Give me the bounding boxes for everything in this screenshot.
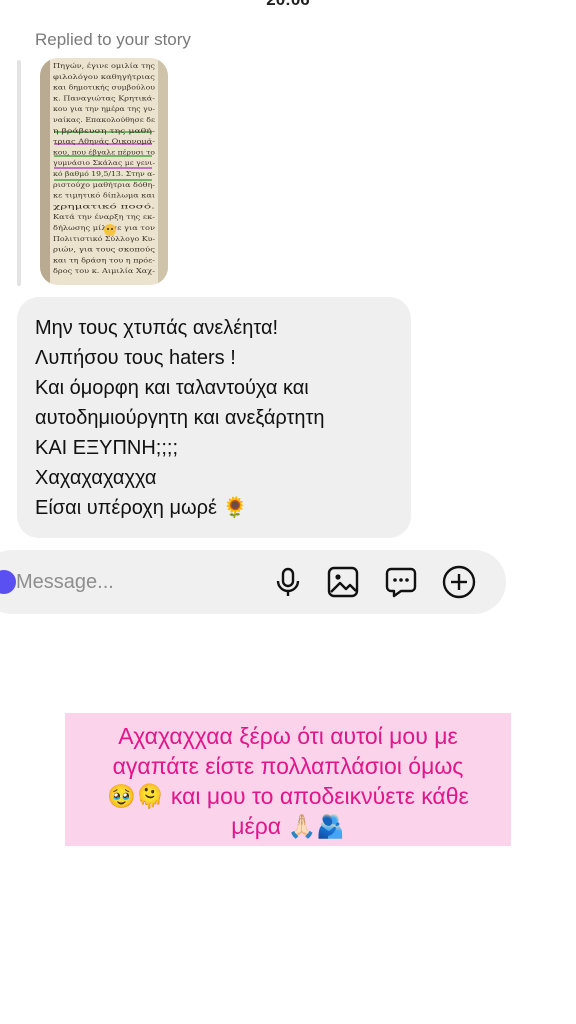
clipping-text-line: η βράβευση της μαθή- [53, 127, 155, 135]
reply-indicator-bar [17, 60, 21, 286]
clipping-text-line: γυμνάσιο Σκάλας με γενι- [53, 159, 155, 167]
clipping-text-line: τριας Αθηνάς Οικονομά- [53, 138, 155, 146]
add-circle-icon[interactable] [441, 564, 477, 600]
camera-avatar-icon[interactable] [0, 570, 16, 594]
newspaper-clipping-image: Πηγών, έγινε ομιλία της φιλολόγου καθηγήτ… [40, 58, 168, 285]
caption-line: αγαπάτε είστε πολλαπλάσιοι όμως [112, 753, 464, 779]
story-thumbnail[interactable]: Πηγών, έγινε ομιλία της φιλολόγου καθηγήτ… [40, 58, 168, 285]
clipping-text-line: ριών, για τους σκοπούς [53, 246, 156, 254]
message-input[interactable] [16, 566, 246, 598]
clipping-text-line: Πολιτιστικό Σύλλογο Κυ- [53, 235, 155, 243]
message-line: ΚΑΙ ΕΞΥΠΝΗ;;;; [35, 437, 179, 459]
story-caption: Αχαχαχχαα ξέρω ότι αυτοί μου με αγαπάτε … [65, 713, 511, 846]
caption-line: Αχαχαχχαα ξέρω ότι αυτοί μου με [118, 723, 458, 749]
message-line: Χαχαχαχαχχα [35, 467, 157, 489]
caption-line: 🥹🫠 και μου το αποδεικνύετε κάθε [107, 783, 469, 809]
message-line: αυτοδημιούργητη και ανεξάρτητη [35, 407, 325, 429]
message-line: Λυπήσου τους haters ! [35, 347, 236, 369]
clipping-text-line: κου για την ημέρα της γυ- [53, 105, 155, 113]
image-icon[interactable] [325, 564, 361, 600]
message-bubble[interactable]: Μην τους χτυπάς ανελέητα! Λυπήσου τους h… [17, 297, 411, 538]
status-time: 20:06 [0, 0, 576, 10]
clipping-text-line: φιλολόγου καθηγήτριας [53, 73, 156, 81]
message-composer [0, 550, 506, 614]
clipping-text-line: κου, που έβγαλε πέρυσι το [53, 148, 155, 156]
clipping-text-line: κε τιμητικό δίπλωμα και [53, 191, 156, 200]
clipping-text-line: κ. Παναγιώτας Κρητικά- [53, 94, 155, 102]
message-line: Και όμορφη και ταλαντούχα και [35, 377, 309, 399]
clipping-text-line: ριστούχο μαθήτρια δόθη- [53, 181, 155, 189]
message-line: Μην τους χτυπάς ανελέητα! [35, 317, 279, 339]
clipping-text-line: ναίκας. Επακολούθησε δε [53, 115, 156, 124]
clipping-text-line: και τη δράση του η πρόε- [53, 256, 155, 264]
microphone-icon[interactable] [270, 564, 306, 600]
sticker-chat-icon[interactable] [383, 564, 419, 600]
replied-to-story-label: Replied to your story [35, 30, 191, 49]
clipping-text-line: χρηματικό ποσό. [53, 202, 155, 210]
caption-line: μέρα 🙏🏻🫂 [231, 813, 345, 839]
clipping-text-line: δρος του κ. Αιμιλία Χαχ- [53, 266, 155, 275]
clipping-text-line: κό βαθμό 19,5/13. Στην α- [53, 170, 155, 178]
clipping-text-line: και δημοτικής συμβούλου [53, 84, 155, 92]
clipping-text-line: Πηγών, έγινε ομιλία της [53, 61, 156, 70]
clipping-text-line: Κατά την έναρξη της εκ- [53, 213, 155, 221]
message-line: Είσαι υπέροχη μωρέ 🌻 [35, 497, 248, 519]
